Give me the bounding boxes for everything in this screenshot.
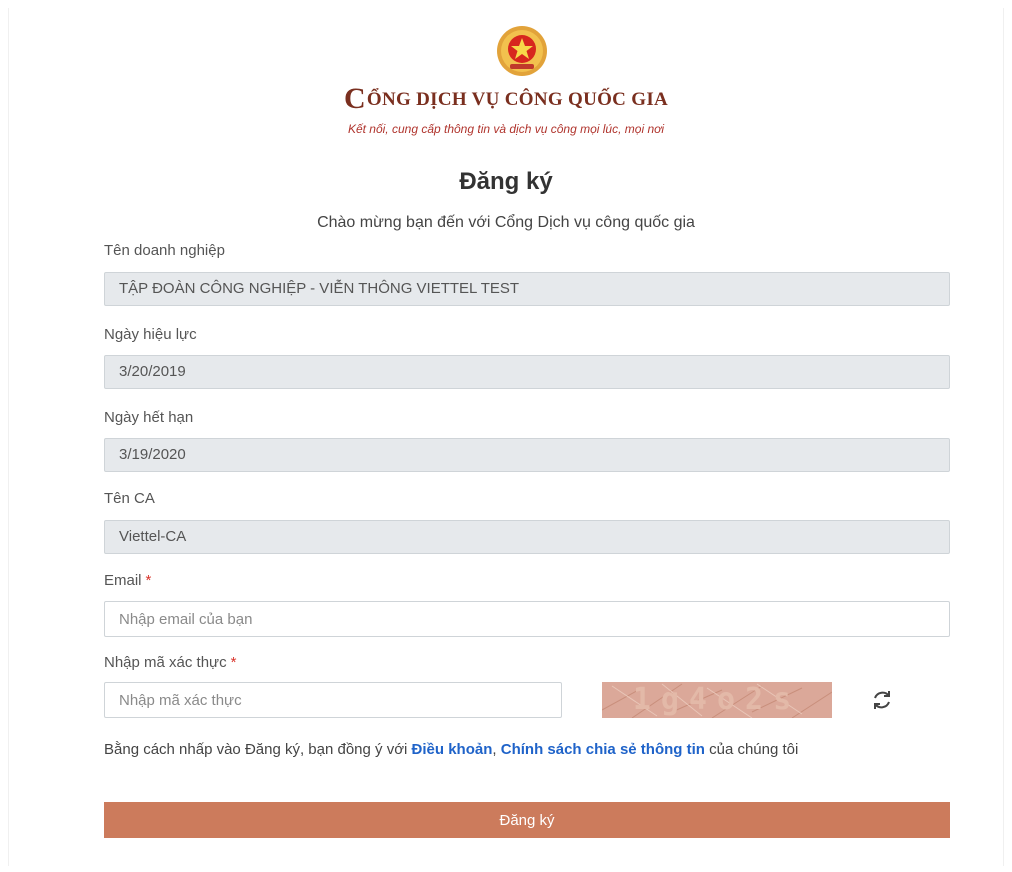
email-field[interactable]: [104, 601, 950, 637]
captcha-code: 1g4o2s: [632, 682, 802, 717]
expiry-date-label: Ngày hết hạn: [104, 409, 194, 426]
expiry-date-field: 3/19/2020: [104, 438, 950, 472]
terms-prefix: Bằng cách nhấp vào Đăng ký, bạn đồng ý v…: [104, 741, 412, 758]
captcha-image: 1g4o2s: [602, 682, 832, 718]
required-marker: *: [145, 572, 152, 589]
vietnam-national-emblem-icon: [497, 26, 547, 76]
captcha-label: Nhập mã xác thực *: [104, 654, 236, 671]
ca-name-label: Tên CA: [104, 490, 155, 507]
terms-suffix: của chúng tôi: [704, 741, 799, 758]
welcome-text: Chào mừng bạn đến với Cổng Dịch vụ công …: [317, 214, 695, 231]
email-label-text: Email: [104, 572, 142, 589]
captcha-label-text: Nhập mã xác thực: [104, 654, 227, 671]
effective-date-label: Ngày hiệu lực: [104, 326, 197, 343]
portal-title-cap: C: [343, 82, 366, 115]
portal-title: CỔNG DỊCH VỤ CÔNG QUỐC GIA: [0, 82, 1012, 116]
portal-tagline: Kết nối, cung cấp thông tin và dịch vụ c…: [347, 122, 665, 136]
required-marker: *: [230, 654, 237, 671]
email-label: Email *: [104, 572, 151, 589]
captcha-input[interactable]: [104, 682, 562, 718]
terms-separator: ,: [492, 741, 501, 758]
refresh-icon[interactable]: [870, 688, 894, 712]
portal-title-rest: ỔNG DỊCH VỤ CÔNG QUỐC GIA: [366, 89, 669, 110]
ca-name-field: Viettel-CA: [104, 520, 950, 554]
company-name-label: Tên doanh nghiệp: [104, 242, 225, 259]
company-name-field: TẬP ĐOÀN CÔNG NGHIỆP - VIỄN THÔNG VIETTE…: [104, 272, 950, 306]
page-title: Đăng ký: [459, 168, 553, 195]
policy-link[interactable]: Chính sách chia sẻ thông tin: [501, 741, 705, 758]
effective-date-field: 3/20/2019: [104, 355, 950, 389]
register-button[interactable]: Đăng ký: [104, 802, 950, 838]
terms-text: Bằng cách nhấp vào Đăng ký, bạn đồng ý v…: [104, 738, 954, 762]
terms-link[interactable]: Điều khoản: [412, 741, 493, 758]
